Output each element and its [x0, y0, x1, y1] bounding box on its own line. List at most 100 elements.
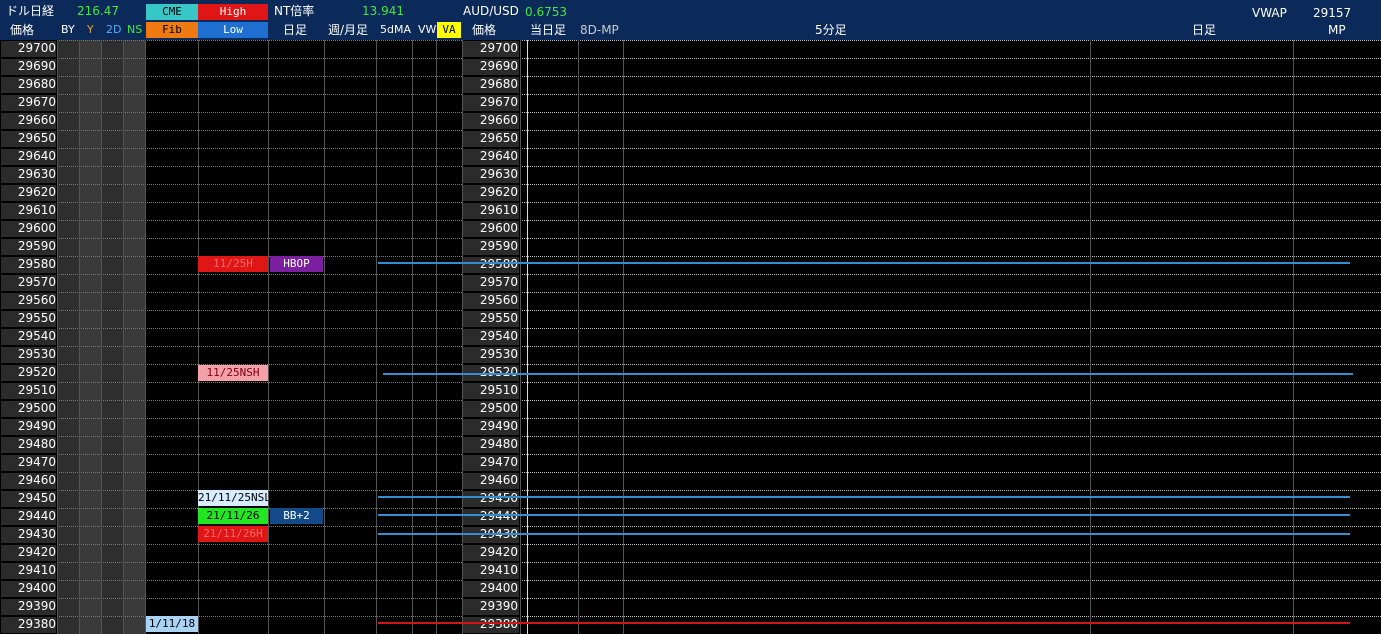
5min-chart-column-header[interactable]: 5分足 — [815, 22, 847, 38]
price-cell-right[interactable]: 29560 — [462, 292, 518, 309]
weekly-monthly-column-header[interactable]: 週/月足 — [328, 22, 368, 38]
price-cell-right[interactable]: 29650 — [462, 130, 518, 147]
price-cell-right[interactable]: 29400 — [462, 580, 518, 597]
usdjpy-nikkei-label: ドル日経 — [6, 4, 55, 18]
price-column-header[interactable]: 価格 — [10, 22, 34, 38]
price-cell-left[interactable]: 29520 — [0, 364, 56, 381]
price-cell-right[interactable]: 29470 — [462, 454, 518, 471]
price-cell-left[interactable]: 29660 — [0, 112, 56, 129]
price-cell-right[interactable]: 29550 — [462, 310, 518, 327]
price-cell-left[interactable]: 29420 — [0, 544, 56, 561]
price-cell-right[interactable]: 29630 — [462, 166, 518, 183]
price-cell-left[interactable]: 29700 — [0, 40, 56, 57]
daily-chart-column-header[interactable]: 日足 — [1192, 22, 1216, 38]
vw-column-header[interactable]: VW — [418, 22, 436, 38]
price-cell-right[interactable]: 29490 — [462, 418, 518, 435]
header-bar: ドル日経 216.47 CME High NT倍率 13.941 AUD/USD… — [0, 0, 1381, 40]
price-cell-left[interactable]: 29380 — [0, 616, 56, 633]
price-cell-left[interactable]: 29640 — [0, 148, 56, 165]
price-cell-right[interactable]: 29620 — [462, 184, 518, 201]
price-cell-right[interactable]: 29480 — [462, 436, 518, 453]
high-header-cell[interactable]: High — [198, 4, 268, 20]
price-cell-right[interactable]: 29580 — [462, 256, 518, 273]
price-cell-left[interactable]: 29470 — [0, 454, 56, 471]
price-cell-left[interactable]: 29610 — [0, 202, 56, 219]
price-cell-right[interactable]: 29420 — [462, 544, 518, 561]
price-cell-right[interactable]: 29610 — [462, 202, 518, 219]
price-cell-right[interactable]: 29590 — [462, 238, 518, 255]
price-cell-right[interactable]: 29510 — [462, 382, 518, 399]
price-cell-left[interactable]: 29620 — [0, 184, 56, 201]
label-hbop: HBOP — [270, 256, 323, 272]
price-cell-left[interactable]: 29670 — [0, 94, 56, 111]
price-cell-right[interactable]: 29600 — [462, 220, 518, 237]
price-cell-left[interactable]: 29410 — [0, 562, 56, 579]
2d-column-header[interactable]: 2D — [106, 22, 121, 38]
level-line-nsh — [383, 373, 1353, 375]
today-bar-column-header[interactable]: 当日足 — [530, 22, 566, 38]
cme-header-cell[interactable]: CME — [146, 4, 198, 20]
price-cell-right[interactable]: 29500 — [462, 400, 518, 417]
price-cell-left[interactable]: 29560 — [0, 292, 56, 309]
price-cell-left[interactable]: 29450 — [0, 490, 56, 507]
low-header-cell[interactable]: Low — [198, 22, 268, 38]
price-cell-left[interactable]: 29430 — [0, 526, 56, 543]
price-cell-right[interactable]: 29450 — [462, 490, 518, 507]
price-cell-left[interactable]: 29390 — [0, 598, 56, 615]
label-21-11-25nsl: 21/11/25NSL — [198, 490, 268, 506]
price-cell-left[interactable]: 29490 — [0, 418, 56, 435]
price-cell-left[interactable]: 29600 — [0, 220, 56, 237]
5dma-column-header[interactable]: 5dMA — [380, 22, 411, 38]
8d-mp-column-header[interactable]: 8D-MP — [580, 22, 619, 38]
price-cell-left[interactable]: 29690 — [0, 58, 56, 75]
price-cell-right[interactable]: 29440 — [462, 508, 518, 525]
ns-column-header[interactable]: NS — [127, 22, 142, 38]
label-21-11-26: 21/11/26 — [198, 508, 268, 524]
price-cell-right[interactable]: 29530 — [462, 346, 518, 363]
price-cell-left[interactable]: 29570 — [0, 274, 56, 291]
price-cell-left[interactable]: 29680 — [0, 76, 56, 93]
price-cell-right[interactable]: 29460 — [462, 472, 518, 489]
price-cell-right[interactable]: 29390 — [462, 598, 518, 615]
price-cell-left[interactable]: 29630 — [0, 166, 56, 183]
price-cell-right[interactable]: 29680 — [462, 76, 518, 93]
price-right-column-header[interactable]: 価格 — [472, 22, 496, 38]
price-cell-right[interactable]: 29660 — [462, 112, 518, 129]
vwap-value: 29157 — [1313, 6, 1352, 20]
label-11-25nsh: 11/25NSH — [198, 365, 268, 381]
level-line-red — [378, 622, 1350, 624]
level-line-nsl — [378, 496, 1350, 498]
price-cell-right[interactable]: 29670 — [462, 94, 518, 111]
nt-ratio-value: 13.941 — [362, 4, 404, 18]
price-cell-left[interactable]: 29650 — [0, 130, 56, 147]
price-cell-right[interactable]: 29640 — [462, 148, 518, 165]
price-cell-left[interactable]: 29530 — [0, 346, 56, 363]
price-cell-right[interactable]: 29700 — [462, 40, 518, 57]
price-cell-right[interactable]: 29570 — [462, 274, 518, 291]
price-cell-right[interactable]: 29690 — [462, 58, 518, 75]
price-cell-left[interactable]: 29440 — [0, 508, 56, 525]
price-cell-left[interactable]: 29500 — [0, 400, 56, 417]
price-cell-left[interactable]: 29590 — [0, 238, 56, 255]
daily-column-header[interactable]: 日足 — [283, 22, 307, 38]
by-column-header[interactable]: BY — [61, 22, 75, 38]
price-cell-right[interactable]: 29540 — [462, 328, 518, 345]
price-cell-left[interactable]: 29550 — [0, 310, 56, 327]
price-cell-left[interactable]: 29580 — [0, 256, 56, 273]
level-line-bb2 — [378, 514, 1350, 516]
label-21-11-26h: 21/11/26H — [198, 526, 268, 542]
label-bb-plus-2: BB+2 — [270, 508, 323, 524]
mp-column-header[interactable]: MP — [1328, 22, 1346, 38]
price-cell-left[interactable]: 29400 — [0, 580, 56, 597]
price-cell-left[interactable]: 29480 — [0, 436, 56, 453]
price-cell-right[interactable]: 29410 — [462, 562, 518, 579]
fib-header-cell[interactable]: Fib — [146, 22, 198, 38]
price-cell-left[interactable]: 29540 — [0, 328, 56, 345]
price-cell-left[interactable]: 29460 — [0, 472, 56, 489]
price-cell-left[interactable]: 29510 — [0, 382, 56, 399]
usdjpy-nikkei-value: 216.47 — [77, 4, 119, 18]
vwap-label: VWAP — [1252, 6, 1287, 20]
price-cell-right[interactable]: 29380 — [462, 616, 518, 633]
va-column-header[interactable]: VA — [437, 22, 461, 38]
y-column-header[interactable]: Y — [87, 22, 94, 38]
